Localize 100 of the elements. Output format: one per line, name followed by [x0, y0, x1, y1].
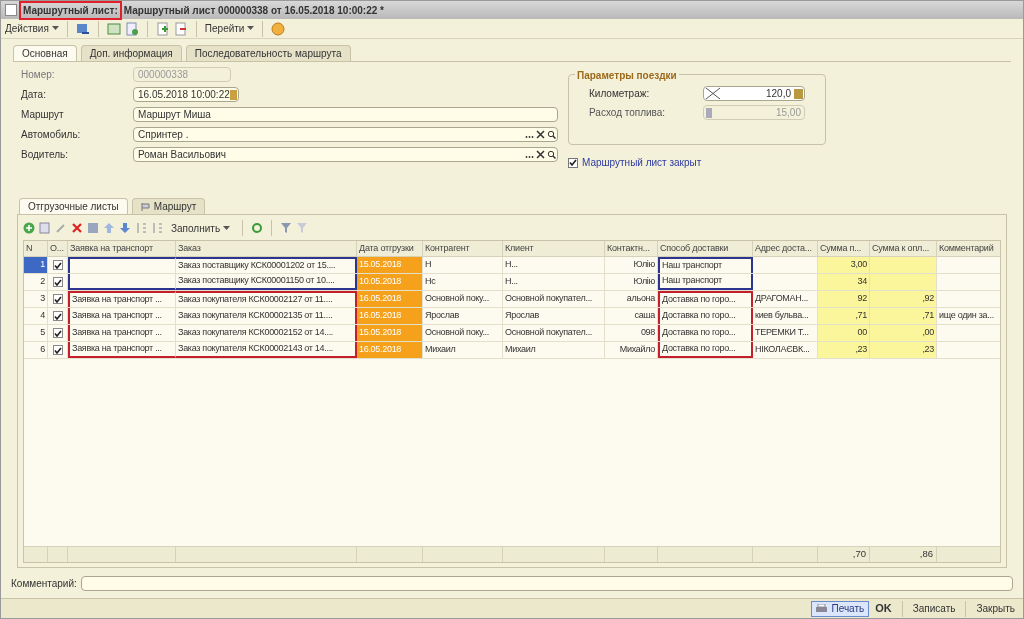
table-cell: 34: [818, 274, 870, 290]
table-cell: НІКОЛАЄВК...: [753, 342, 818, 358]
table-cell: Заказ поставщику КСК00001202 от 15....: [176, 257, 357, 273]
field-label: Маршрут: [21, 108, 65, 122]
table-cell: Заказ поставщику КСК00001150 от 10....: [176, 274, 357, 290]
table-cell: Доставка по горо...: [658, 291, 753, 307]
column-header[interactable]: N: [24, 241, 48, 256]
checkbox[interactable]: [52, 260, 63, 270]
table-cell: ,23: [818, 342, 870, 358]
document-add-icon[interactable]: [155, 21, 170, 36]
table-cell: Ярослав: [423, 308, 503, 324]
select-field[interactable]: Роман Васильович: [133, 147, 558, 162]
table-cell: Н...: [503, 274, 605, 290]
help-icon[interactable]: [271, 21, 286, 36]
close-icon[interactable]: [536, 130, 545, 139]
table-cell: Доставка по горо...: [658, 325, 753, 341]
column-header[interactable]: Заявка на транспорт: [68, 241, 176, 256]
panel-title: Параметры поездки: [575, 68, 679, 83]
caret-icon[interactable]: [51, 26, 59, 31]
table-cell: 16.05.2018: [357, 342, 423, 358]
checkbox[interactable]: [52, 277, 63, 287]
table-cell: Наш транспорт: [658, 274, 753, 290]
table-cell: Основной поку...: [423, 291, 503, 307]
column-header[interactable]: Сумма к опл...: [870, 241, 937, 256]
table-cell: Заявка на транспорт ...: [68, 325, 176, 341]
table-cell: Доставка по горо...: [658, 308, 753, 324]
table-cell: киев бульва...: [753, 308, 818, 324]
tab[interactable]: Последовательность маршрута: [185, 45, 351, 61]
column-header[interactable]: Дата отгрузки: [357, 241, 423, 256]
tab[interactable]: Основная: [13, 45, 77, 61]
table-cell: ДРАГОМАН...: [753, 291, 818, 307]
copy-icon[interactable]: [39, 222, 51, 234]
table-cell: Основной покупател...: [503, 291, 605, 307]
checkbox[interactable]: [52, 328, 63, 338]
date-field[interactable]: 16.05.2018 10:00:22: [133, 87, 239, 102]
document-refresh-icon[interactable]: [124, 21, 139, 36]
checkbox-label[interactable]: Маршрутный лист закрыт: [582, 155, 702, 170]
column-header[interactable]: Заказ: [176, 241, 357, 256]
window-icon: [5, 4, 17, 16]
comment-field[interactable]: [80, 575, 1013, 591]
checkbox[interactable]: [52, 294, 63, 304]
table-cell: ,71: [870, 308, 937, 324]
table-cell: Заказ покупателя КСК00002143 от 14....: [176, 342, 357, 358]
fill-menu[interactable]: Заполнить: [167, 220, 235, 236]
column-header[interactable]: Способ доставки: [658, 241, 753, 256]
column-header[interactable]: Адрес доста...: [753, 241, 818, 256]
table-cell: ТЕРЕМКИ Т...: [753, 325, 818, 341]
table-cell: Доставка по горо...: [658, 342, 753, 358]
table-cell: Заказ покупателя КСК00002135 от 11....: [176, 308, 357, 324]
table-cell: Заказ покупателя КСК00002127 от 11....: [176, 291, 357, 307]
table-cell: ,92: [870, 291, 937, 307]
column-header[interactable]: Клиент: [503, 241, 605, 256]
table-cell: 00: [818, 325, 870, 341]
table-cell: Михаил: [423, 342, 503, 358]
total-value: ,86: [919, 547, 933, 562]
filter-icon[interactable]: [280, 222, 293, 234]
table-cell: 92: [818, 291, 870, 307]
save-button[interactable]: Записать: [912, 601, 956, 616]
caret-icon[interactable]: [223, 225, 231, 231]
tab[interactable]: Доп. информация: [80, 45, 182, 61]
search-icon[interactable]: [547, 130, 556, 139]
select-field[interactable]: Спринтер .: [133, 127, 558, 142]
actions-menu[interactable]: Действия: [5, 21, 59, 36]
table-cell: Н...: [503, 257, 605, 273]
tab[interactable]: Отгрузочные листы: [19, 198, 128, 214]
goto-menu[interactable]: Перейти: [204, 21, 255, 36]
table-cell: Заявка на транспорт ...: [68, 308, 176, 324]
column-header[interactable]: О...: [48, 241, 68, 256]
tab[interactable]: Маршрут: [131, 198, 206, 214]
route-field[interactable]: Маршрут Миша: [133, 107, 558, 122]
ok-button[interactable]: OK: [875, 600, 892, 617]
table-cell: ,00: [870, 325, 937, 341]
caret-icon[interactable]: [247, 26, 255, 31]
refresh-icon[interactable]: [251, 222, 264, 234]
check-icon: [569, 159, 577, 166]
column-header[interactable]: Контрагент: [423, 241, 503, 256]
delete-icon[interactable]: [71, 222, 83, 234]
field-label: Дата:: [21, 88, 47, 102]
checkbox[interactable]: [52, 345, 63, 355]
window-title: Маршрутный лист 000000338 от 16.05.2018 10:00:22 *: [123, 3, 384, 18]
printer-icon: [816, 603, 828, 614]
document-remove-icon[interactable]: [173, 21, 188, 36]
search-icon[interactable]: [547, 150, 556, 159]
mileage-field[interactable]: 120,0: [703, 86, 805, 101]
comment-label: Комментарий:: [11, 576, 77, 591]
column-header[interactable]: Комментарий: [937, 241, 1000, 256]
arrow-down-icon[interactable]: [119, 222, 131, 234]
table-cell: 1: [24, 257, 48, 273]
close-icon[interactable]: [536, 150, 545, 159]
checkbox[interactable]: [52, 311, 63, 321]
table-cell: Наш транспорт: [658, 257, 753, 273]
column-header[interactable]: Контактн...: [605, 241, 658, 256]
checkbox[interactable]: [568, 157, 578, 168]
table-cell: 16.05.2018: [357, 291, 423, 307]
cross-icon: [705, 87, 721, 100]
column-header[interactable]: Сумма п...: [818, 241, 870, 256]
table-cell: Заказ покупателя КСК00002152 от 14....: [176, 325, 357, 341]
close-button[interactable]: Закрыть: [976, 601, 1015, 616]
add-icon[interactable]: [23, 222, 35, 234]
print-button[interactable]: Печать: [811, 600, 870, 617]
